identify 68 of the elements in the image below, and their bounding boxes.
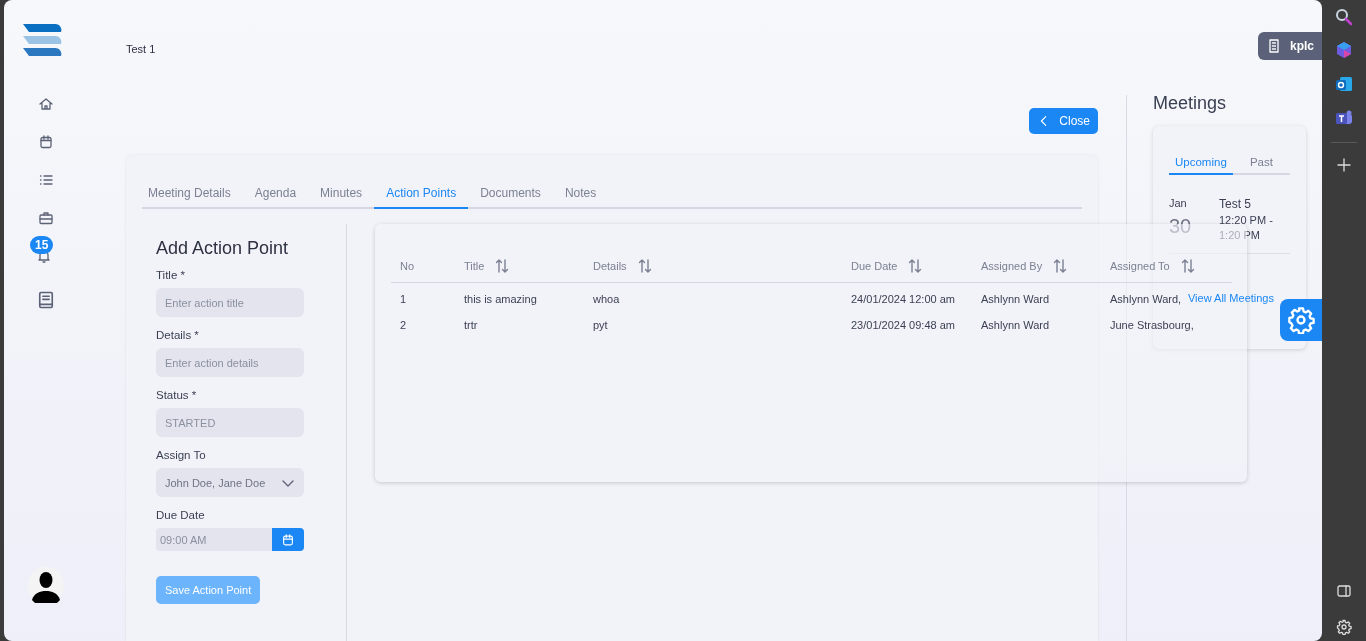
- table-cell: June Strasbourg,: [1110, 319, 1194, 331]
- copilot-icon[interactable]: [1334, 40, 1354, 60]
- assign-select[interactable]: John Doe, Jane Doe: [156, 468, 304, 497]
- sort-icon[interactable]: [1052, 258, 1069, 274]
- date-field[interactable]: 09:00 AM: [156, 528, 272, 551]
- tab[interactable]: Notes: [552, 179, 609, 209]
- column-header[interactable]: Assigned To: [1110, 260, 1170, 272]
- page-title: Test 1: [126, 43, 156, 55]
- column-header[interactable]: Details: [593, 260, 627, 272]
- table-cell: trtr: [464, 319, 478, 331]
- sort-icon[interactable]: [1179, 258, 1196, 274]
- notification-badge: 15: [30, 236, 54, 254]
- mail-app-icon[interactable]: [1334, 74, 1354, 94]
- event-time: 12:20 PM - 1:20 PM: [1219, 213, 1274, 243]
- building-icon: [1266, 38, 1282, 54]
- column-header[interactable]: Due Date: [851, 260, 898, 272]
- close-button[interactable]: Close: [1029, 108, 1098, 134]
- calendar-icon[interactable]: [38, 134, 54, 150]
- text-field[interactable]: Enter action details: [156, 348, 304, 377]
- settings-button[interactable]: [1280, 299, 1322, 341]
- table-cell: 24/01/2024 12:00 am: [851, 293, 955, 305]
- table-cell: Ashlynn Ward,: [1110, 293, 1182, 305]
- tab[interactable]: Action Points: [374, 179, 469, 209]
- table-cell: Ashlynn Ward: [981, 319, 1050, 331]
- field-label: Details *: [156, 329, 200, 341]
- column-header[interactable]: No: [400, 260, 415, 272]
- avatar-icon[interactable]: [28, 567, 64, 603]
- form-heading: Add Action Point: [156, 238, 290, 259]
- calendar-icon: [281, 532, 295, 547]
- logo-icon: [21, 22, 63, 58]
- sort-icon[interactable]: [636, 258, 653, 274]
- tab[interactable]: Upcoming: [1169, 152, 1233, 175]
- tab[interactable]: Past: [1232, 152, 1290, 175]
- settings-icon[interactable]: [1336, 619, 1352, 635]
- event-title[interactable]: Test 5: [1219, 197, 1289, 211]
- field-label: Status *: [156, 389, 198, 401]
- field-label: Title *: [156, 269, 186, 281]
- tab[interactable]: Agenda: [242, 179, 309, 209]
- sort-icon[interactable]: [494, 258, 511, 274]
- text-field[interactable]: Enter action title: [156, 288, 304, 317]
- list-icon[interactable]: [38, 172, 54, 188]
- event-day: 30: [1169, 215, 1219, 238]
- search-icon[interactable]: [1335, 8, 1353, 26]
- tab[interactable]: Documents: [468, 179, 553, 209]
- field-label: Due Date: [156, 509, 206, 521]
- column-header[interactable]: Title: [464, 260, 485, 272]
- plus-icon[interactable]: [1336, 157, 1352, 173]
- tab[interactable]: Minutes: [308, 179, 375, 209]
- table-cell: whoa: [593, 293, 620, 305]
- table-cell: 1: [400, 293, 407, 305]
- briefcase-icon[interactable]: [38, 210, 54, 226]
- sort-icon[interactable]: [907, 258, 924, 274]
- calendar-button[interactable]: [272, 528, 304, 551]
- table-cell: this is amazing: [464, 293, 537, 305]
- tab[interactable]: Meeting Details: [142, 179, 243, 209]
- organization-badge[interactable]: kplc: [1258, 32, 1322, 60]
- home-icon[interactable]: [38, 96, 54, 112]
- column-header[interactable]: Assigned By: [981, 260, 1043, 272]
- meetings-title: Meetings: [1153, 93, 1228, 114]
- field-label: Assign To: [156, 449, 207, 461]
- book-icon[interactable]: [36, 290, 56, 310]
- event-month: Jan: [1169, 197, 1188, 209]
- table-cell: 2: [400, 319, 407, 331]
- table-cell: pyt: [593, 319, 608, 331]
- table-cell: 23/01/2024 09:48 am: [851, 319, 955, 331]
- sidebar-icon[interactable]: [1336, 583, 1352, 599]
- table-cell: Ashlynn Ward: [981, 293, 1050, 305]
- view-all-link[interactable]: View All Meetings: [1188, 291, 1274, 304]
